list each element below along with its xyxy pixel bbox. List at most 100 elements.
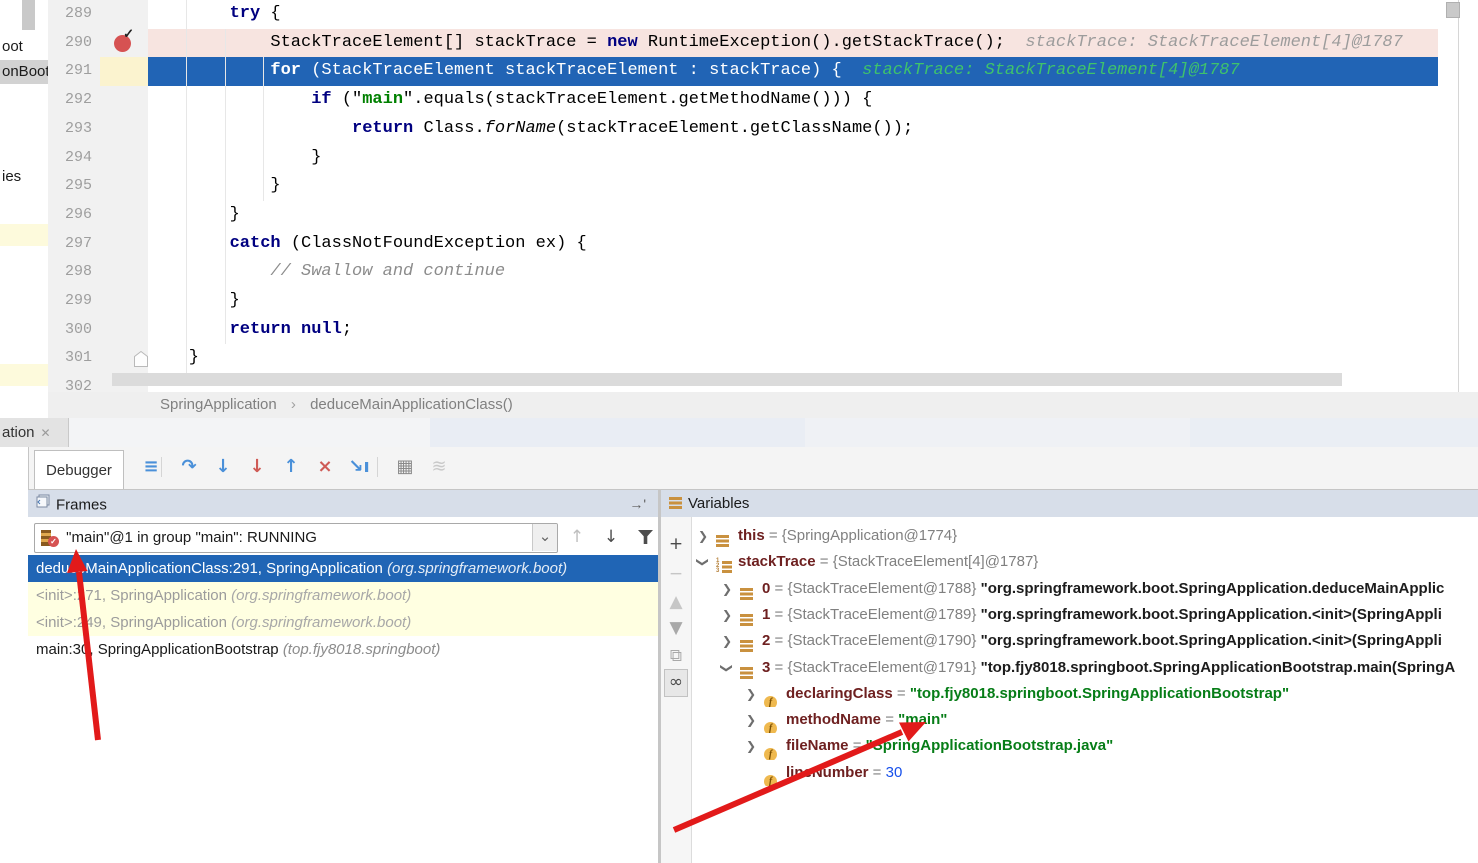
- code-line[interactable]: for (StackTraceElement stackTraceElement…: [148, 57, 1438, 86]
- equals-sign: =: [770, 632, 787, 649]
- frames-panel: ✓ "main"@1 in group "main": RUNNING ⌄ ↑ ↓…: [28, 517, 658, 863]
- force-step-into-icon[interactable]: ↓: [243, 453, 271, 481]
- tab-debugger[interactable]: Debugger: [34, 450, 124, 490]
- code-line[interactable]: }: [148, 344, 1438, 373]
- variable-row[interactable]: ❯fdeclaringClass = "top.fjy8018.springbo…: [692, 681, 1478, 707]
- variable-row[interactable]: ❯ f fileName = "SpringApplicationBootstrap…: [692, 733, 1478, 759]
- variable-row[interactable]: flineNumber = 30: [692, 760, 1478, 786]
- fold-marker-icon[interactable]: [134, 351, 148, 367]
- editor-gutter[interactable]: 289290 ✓ 291292293294295296297298299300301…: [48, 0, 149, 392]
- line-number[interactable]: 299: [48, 287, 92, 316]
- line-number[interactable]: 301: [48, 344, 92, 373]
- line-number[interactable]: 298: [48, 258, 92, 287]
- line-number[interactable]: 294: [48, 144, 92, 173]
- code-line[interactable]: }: [148, 201, 1438, 230]
- field-icon: f: [764, 740, 777, 759]
- settings-sliders-icon[interactable]: ≋: [425, 453, 453, 481]
- chevron-down-icon[interactable]: ⌄: [532, 524, 557, 551]
- stack-frame-row[interactable]: <init>:249, SpringApplication (org.sprin…: [28, 609, 658, 636]
- variable-row[interactable]: ❯0 = {StackTraceElement@1788} "org.sprin…: [692, 576, 1478, 602]
- thread-selector-dropdown[interactable]: ✓ "main"@1 in group "main": RUNNING ⌄: [34, 523, 558, 553]
- focus-frame-icon[interactable]: →': [629, 490, 646, 518]
- code-editor[interactable]: try {StackTraceElement[] stackTrace = ne…: [148, 0, 1458, 392]
- stack-frame-row[interactable]: deduceMainApplicationClass:291, SpringAp…: [28, 555, 658, 582]
- move-down-icon[interactable]: ▼: [661, 615, 691, 641]
- variable-value: "main": [898, 711, 947, 728]
- drop-frame-icon[interactable]: ×: [311, 453, 339, 481]
- variable-row[interactable]: ❯2 = {StackTraceElement@1790} "org.sprin…: [692, 628, 1478, 654]
- line-number[interactable]: 302: [48, 373, 92, 392]
- breadcrumb-separator: ›: [291, 396, 296, 413]
- code-line[interactable]: // Swallow and continue: [148, 258, 1438, 287]
- chevron-collapsed-icon[interactable]: ❯: [746, 733, 756, 759]
- chevron-collapsed-icon[interactable]: ❯: [746, 707, 756, 733]
- variable-row[interactable]: ❯3 = {StackTraceElement@1791} "top.fjy80…: [692, 655, 1478, 681]
- evaluate-expression-icon[interactable]: ▦: [391, 453, 419, 481]
- variable-text: this = {SpringApplication@1774}: [738, 527, 957, 544]
- code-line[interactable]: return Class.forName(stackTraceElement.g…: [148, 115, 1438, 144]
- code-line[interactable]: if ("main".equals(stackTraceElement.getM…: [148, 86, 1438, 115]
- close-icon[interactable]: ✕: [41, 426, 51, 440]
- variable-name: declaringClass: [786, 685, 893, 702]
- horizontal-scrollbar-thumb[interactable]: [112, 373, 1342, 386]
- stack-frame-row[interactable]: <init>:271, SpringApplication (org.sprin…: [28, 582, 658, 609]
- project-item[interactable]: onBoot: [2, 63, 48, 80]
- code-line[interactable]: }: [148, 144, 1438, 173]
- project-item[interactable]: ies: [2, 168, 21, 185]
- chevron-collapsed-icon[interactable]: ❯: [746, 681, 756, 707]
- hide-frames-filter-icon[interactable]: [638, 530, 653, 544]
- line-number[interactable]: 291: [48, 57, 92, 86]
- line-number[interactable]: 300: [48, 316, 92, 345]
- project-scrollbar-thumb[interactable]: [22, 0, 35, 30]
- stack-frame-row[interactable]: main:30, SpringApplicationBootstrap (top…: [28, 636, 658, 663]
- step-into-icon[interactable]: ↓: [209, 453, 237, 481]
- prev-frame-icon[interactable]: ↑: [564, 523, 590, 551]
- chevron-collapsed-icon[interactable]: ❯: [698, 523, 708, 549]
- equals-sign: =: [770, 606, 787, 623]
- line-number[interactable]: 289: [48, 0, 92, 29]
- line-number[interactable]: 297: [48, 230, 92, 259]
- line-number[interactable]: 290: [48, 29, 92, 58]
- variable-value: {SpringApplication@1774}: [782, 527, 957, 544]
- line-number[interactable]: 295: [48, 172, 92, 201]
- frame-package: (org.springframework.boot): [231, 587, 411, 604]
- step-out-icon[interactable]: ↑: [277, 453, 305, 481]
- chevron-collapsed-icon[interactable]: ❯: [722, 628, 732, 654]
- variable-row[interactable]: ❯fmethodName = "main": [692, 707, 1478, 733]
- code-line[interactable]: return null;: [148, 316, 1438, 345]
- variable-name: fileName: [786, 737, 849, 754]
- debug-session-tab[interactable]: ation✕: [0, 418, 69, 447]
- project-item[interactable]: oot: [2, 38, 23, 55]
- code-line[interactable]: catch (ClassNotFoundException ex) {: [148, 230, 1438, 259]
- line-number[interactable]: 296: [48, 201, 92, 230]
- variable-row[interactable]: ❯123stackTrace = {StackTraceElement[4]@1…: [692, 549, 1478, 575]
- breadcrumb-method[interactable]: deduceMainApplicationClass(): [310, 396, 513, 413]
- move-up-icon[interactable]: ▲: [661, 589, 691, 615]
- code-line[interactable]: }: [148, 172, 1438, 201]
- variable-value: 30: [886, 764, 903, 781]
- line-number[interactable]: 293: [48, 115, 92, 144]
- chevron-expanded-icon[interactable]: ❯: [714, 663, 740, 673]
- watches-toolbar: + −▲▼⧉∞: [661, 517, 692, 863]
- chevron-expanded-icon[interactable]: ❯: [692, 557, 716, 567]
- vertical-scrollbar-thumb[interactable]: [1446, 2, 1460, 18]
- variable-text: fileName = "SpringApplicationBootstrap.j…: [786, 737, 1113, 754]
- remove-watch-icon[interactable]: −: [661, 561, 691, 587]
- variable-row[interactable]: ❯1 = {StackTraceElement@1789} "org.sprin…: [692, 602, 1478, 628]
- line-number[interactable]: 292: [48, 86, 92, 115]
- code-text: }: [148, 144, 321, 173]
- show-watches-icon[interactable]: ∞: [664, 669, 688, 697]
- chevron-collapsed-icon[interactable]: ❯: [722, 602, 732, 628]
- code-line[interactable]: try {: [148, 0, 1438, 29]
- code-line[interactable]: }: [148, 287, 1438, 316]
- code-line[interactable]: StackTraceElement[] stackTrace = new Run…: [148, 29, 1438, 58]
- step-over-icon[interactable]: ↷: [175, 453, 203, 481]
- variable-row[interactable]: ❯ this = {SpringApplication@1774}: [692, 523, 1478, 549]
- run-to-cursor-icon[interactable]: ↘ı: [345, 453, 373, 481]
- next-frame-icon[interactable]: ↓: [598, 523, 624, 551]
- chevron-collapsed-icon[interactable]: ❯: [722, 576, 732, 602]
- breadcrumb-class[interactable]: SpringApplication: [160, 396, 277, 413]
- add-watch-icon[interactable]: +: [661, 531, 691, 557]
- breakpoint-icon[interactable]: ✓: [114, 35, 131, 52]
- duplicate-icon[interactable]: ⧉: [661, 643, 691, 669]
